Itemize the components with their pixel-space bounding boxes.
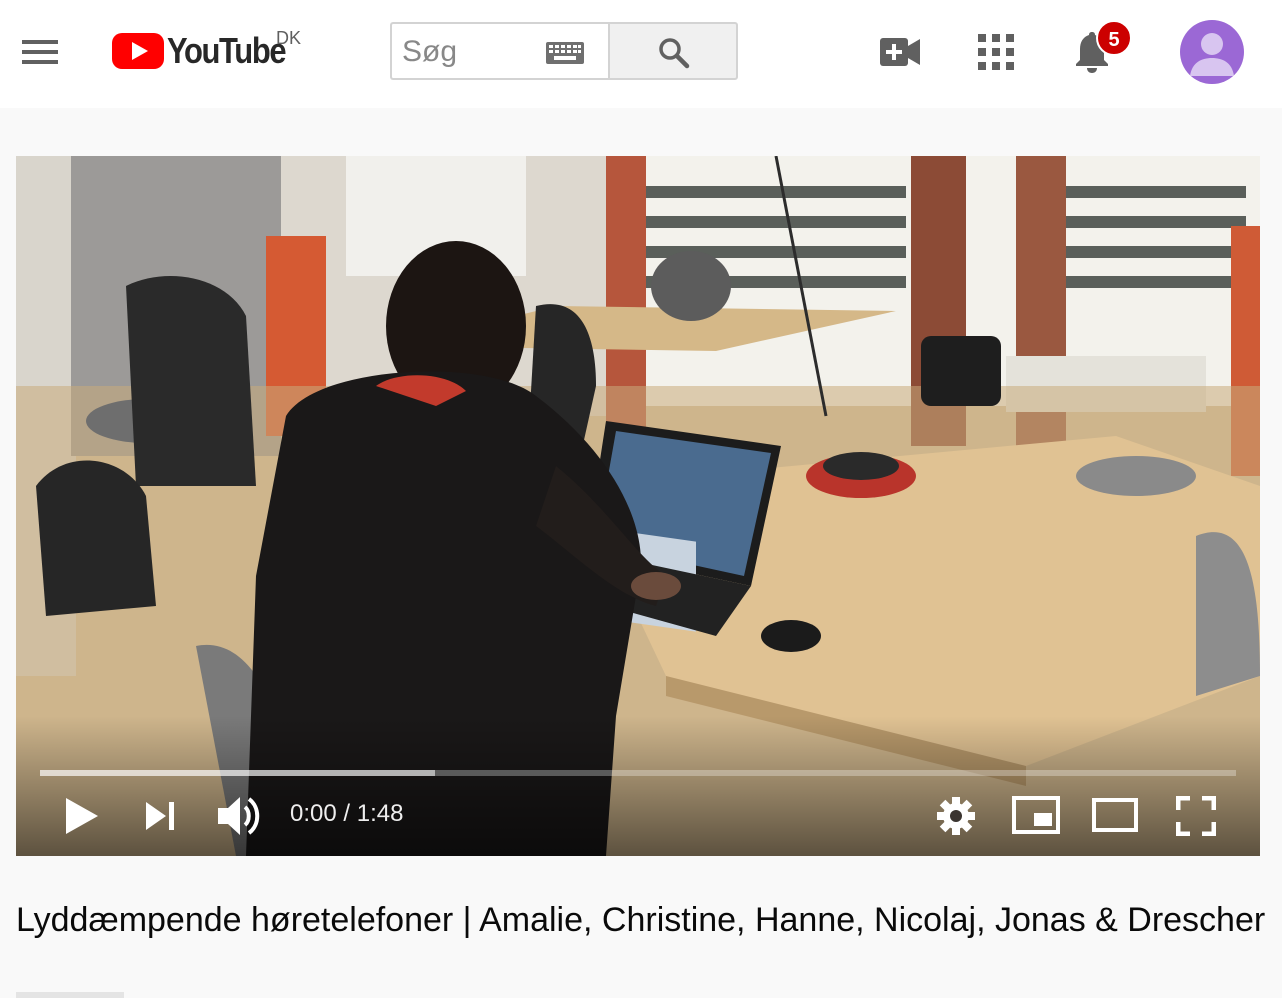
menu-icon-bar xyxy=(22,50,58,54)
create-video-icon[interactable] xyxy=(880,38,920,66)
youtube-play-icon xyxy=(112,33,164,69)
theater-mode-icon[interactable] xyxy=(1092,798,1138,832)
progress-buffered xyxy=(40,770,435,776)
notification-count-badge: 5 xyxy=(1096,20,1132,56)
menu-icon-bar xyxy=(22,40,58,44)
volume-icon[interactable] xyxy=(216,794,262,838)
video-title: Lyddæmpende høretelefoner | Amalie, Chri… xyxy=(16,901,1266,939)
apps-grid-icon[interactable] xyxy=(978,34,1014,70)
menu-button[interactable] xyxy=(18,36,62,68)
keyboard-icon[interactable] xyxy=(546,42,584,64)
current-time: 0:00 xyxy=(290,800,337,827)
search-icon xyxy=(659,38,690,69)
video-player[interactable]: 0:00 / 1:48 xyxy=(16,156,1260,856)
duration: 1:48 xyxy=(356,800,404,827)
miniplayer-icon[interactable] xyxy=(1012,796,1060,834)
fullscreen-icon[interactable] xyxy=(1176,796,1216,836)
time-separator: / xyxy=(343,800,351,827)
search-button[interactable] xyxy=(608,22,738,80)
next-icon[interactable] xyxy=(144,800,176,832)
menu-icon-bar xyxy=(22,60,58,64)
logo-wordmark: YouTube xyxy=(167,30,287,71)
time-display: 0:00 / 1:48 xyxy=(290,800,403,828)
masthead: YouTube DK Søg 5 xyxy=(0,0,1282,108)
search-input[interactable] xyxy=(402,32,542,72)
controls-gradient xyxy=(16,716,1260,856)
user-silhouette-icon xyxy=(1190,33,1234,76)
search-box xyxy=(390,22,608,80)
play-icon[interactable] xyxy=(64,796,100,836)
youtube-logo[interactable]: YouTube DK xyxy=(112,26,312,76)
logo-country-code: DK xyxy=(276,28,302,48)
avatar[interactable] xyxy=(1180,20,1244,84)
metadata-placeholder xyxy=(16,992,124,998)
settings-gear-icon[interactable] xyxy=(936,796,976,836)
progress-bar[interactable] xyxy=(40,770,1236,776)
